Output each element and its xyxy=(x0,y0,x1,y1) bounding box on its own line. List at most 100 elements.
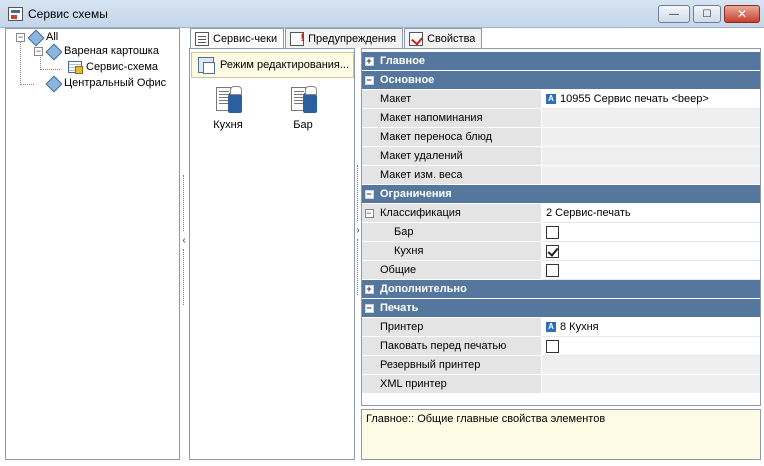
tab-label: Сервис-чеки xyxy=(213,33,278,45)
property-row-printer[interactable]: Принтер A 8 Кухня xyxy=(362,318,760,337)
property-value[interactable]: A 8 Кухня xyxy=(542,318,760,337)
tree-node-service-scheme[interactable]: Сервис-схема xyxy=(68,59,158,75)
property-value[interactable] xyxy=(542,375,760,394)
service-check-icon xyxy=(195,32,209,46)
left-splitter-handle[interactable]: ‹ xyxy=(181,175,187,305)
category-label: Дополнительно xyxy=(380,283,467,295)
kitchen-checkbox[interactable] xyxy=(546,244,559,258)
property-value[interactable] xyxy=(542,223,760,242)
tree-node-label: Сервис-схема xyxy=(86,61,159,73)
property-name: Классификация xyxy=(376,204,542,223)
property-name: Макет напоминания xyxy=(376,109,542,128)
tree-collapse-toggle[interactable]: − xyxy=(16,33,25,42)
property-value[interactable] xyxy=(542,261,760,280)
collapse-icon[interactable]: − xyxy=(364,208,374,218)
collapse-icon[interactable]: − xyxy=(364,189,374,199)
property-value[interactable] xyxy=(542,166,760,185)
tree-connector xyxy=(20,84,34,85)
property-name: Бар xyxy=(376,223,542,242)
category-basic[interactable]: − Основное xyxy=(362,71,760,90)
property-row-maket-transfer[interactable]: Макет переноса блюд xyxy=(362,128,760,147)
category-label: Ограничения xyxy=(380,188,452,200)
property-value[interactable]: 2 Сервис-печать xyxy=(542,204,760,223)
tree-node-central-office[interactable]: Центральный Офис xyxy=(46,75,166,91)
minimize-button[interactable]: — xyxy=(658,5,690,23)
category-label: Печать xyxy=(380,302,419,314)
property-name: Кухня xyxy=(376,242,542,261)
property-value[interactable] xyxy=(542,356,760,375)
property-name: XML принтер xyxy=(376,375,542,394)
tree-panel: − All − Вареная картошка Сервис-схема Це… xyxy=(5,28,180,460)
tab-service-checks[interactable]: Сервис-чеки xyxy=(190,28,285,49)
property-row-maket[interactable]: Макет A 10955 Сервис печать <beep> xyxy=(362,90,760,109)
printer-label: Бар xyxy=(293,119,313,131)
tab-properties[interactable]: Свойства xyxy=(404,28,483,48)
tab-strip: Сервис-чеки Предупреждения Свойства xyxy=(190,28,483,49)
category-main[interactable]: + Главное xyxy=(362,52,760,71)
title-bar: Сервис схемы — ☐ ✕ xyxy=(0,0,764,28)
property-name: Резервный принтер xyxy=(376,356,542,375)
app-window-icon xyxy=(8,7,23,21)
tab-label: Предупреждения xyxy=(308,32,397,45)
description-panel: Главное:: Общие главные свойства элемент… xyxy=(361,409,761,460)
window-title: Сервис схемы xyxy=(28,7,108,21)
category-label: Главное xyxy=(380,55,426,67)
property-row-xml-printer[interactable]: XML принтер xyxy=(362,375,760,394)
property-value-text: 8 Кухня xyxy=(560,321,599,333)
collapse-icon[interactable]: − xyxy=(364,75,374,85)
expand-icon[interactable]: + xyxy=(364,56,374,66)
printer-item-kitchen[interactable]: Кухня xyxy=(203,85,253,131)
property-value[interactable] xyxy=(542,337,760,356)
edit-mode-button[interactable]: Режим редактирования... xyxy=(191,52,354,78)
printer-label: Кухня xyxy=(213,119,243,131)
property-value[interactable] xyxy=(542,128,760,147)
bar-printer-icon xyxy=(289,85,317,115)
printer-item-bar[interactable]: Бар xyxy=(278,85,328,131)
property-row-maket-delete[interactable]: Макет удалений xyxy=(362,147,760,166)
database-icon xyxy=(46,76,60,90)
edit-mode-icon xyxy=(198,57,215,74)
category-additional[interactable]: + Дополнительно xyxy=(362,280,760,299)
collapse-icon[interactable]: − xyxy=(364,303,374,313)
ref-badge-icon: A xyxy=(546,322,556,332)
property-row-maket-reminder[interactable]: Макет напоминания xyxy=(362,109,760,128)
property-row-backup-printer[interactable]: Резервный принтер xyxy=(362,356,760,375)
tree-collapse-toggle[interactable]: − xyxy=(34,47,43,56)
category-label: Основное xyxy=(380,74,435,86)
tab-label: Свойства xyxy=(427,32,476,45)
property-value[interactable]: A 10955 Сервис печать <beep> xyxy=(542,90,760,109)
pack-before-print-checkbox[interactable] xyxy=(546,339,559,353)
tree-node-restaurant[interactable]: Вареная картошка xyxy=(46,43,159,59)
property-row-common[interactable]: Общие xyxy=(362,261,760,280)
service-scheme-icon xyxy=(68,61,83,74)
property-row-bar[interactable]: Бар xyxy=(362,223,760,242)
category-limits[interactable]: − Ограничения xyxy=(362,185,760,204)
property-name: Общие xyxy=(376,261,542,280)
bar-checkbox[interactable] xyxy=(546,225,559,239)
description-text: Главное:: Общие главные свойства элемент… xyxy=(366,413,606,425)
maximize-button[interactable]: ☐ xyxy=(693,5,721,23)
property-row-pack-before-print[interactable]: Паковать перед печатью xyxy=(362,337,760,356)
warning-icon xyxy=(290,31,305,46)
property-grid: + Главное − Основное Макет A 10955 Серви… xyxy=(361,48,761,406)
printers-panel: Режим редактирования... Кухня Бар xyxy=(189,48,355,460)
property-row-classification[interactable]: − Классификация 2 Сервис-печать xyxy=(362,204,760,223)
tree-node-label: All xyxy=(46,31,59,43)
property-value[interactable] xyxy=(542,242,760,261)
property-name: Макет изм. веса xyxy=(376,166,542,185)
common-checkbox[interactable] xyxy=(546,263,559,277)
database-icon xyxy=(28,30,42,44)
property-value[interactable] xyxy=(542,109,760,128)
property-row-maket-weight[interactable]: Макет изм. веса xyxy=(362,166,760,185)
checkmark-icon xyxy=(409,31,424,46)
ref-badge-icon: A xyxy=(546,94,556,104)
tab-warnings[interactable]: Предупреждения xyxy=(285,28,404,48)
close-button[interactable]: ✕ xyxy=(724,5,760,23)
property-value-text: 10955 Сервис печать <beep> xyxy=(560,93,709,105)
property-name: Макет xyxy=(376,90,542,109)
property-value[interactable] xyxy=(542,147,760,166)
edit-mode-label: Режим редактирования... xyxy=(220,59,350,71)
property-row-kitchen[interactable]: Кухня xyxy=(362,242,760,261)
expand-icon[interactable]: + xyxy=(364,284,374,294)
category-print[interactable]: − Печать xyxy=(362,299,760,318)
